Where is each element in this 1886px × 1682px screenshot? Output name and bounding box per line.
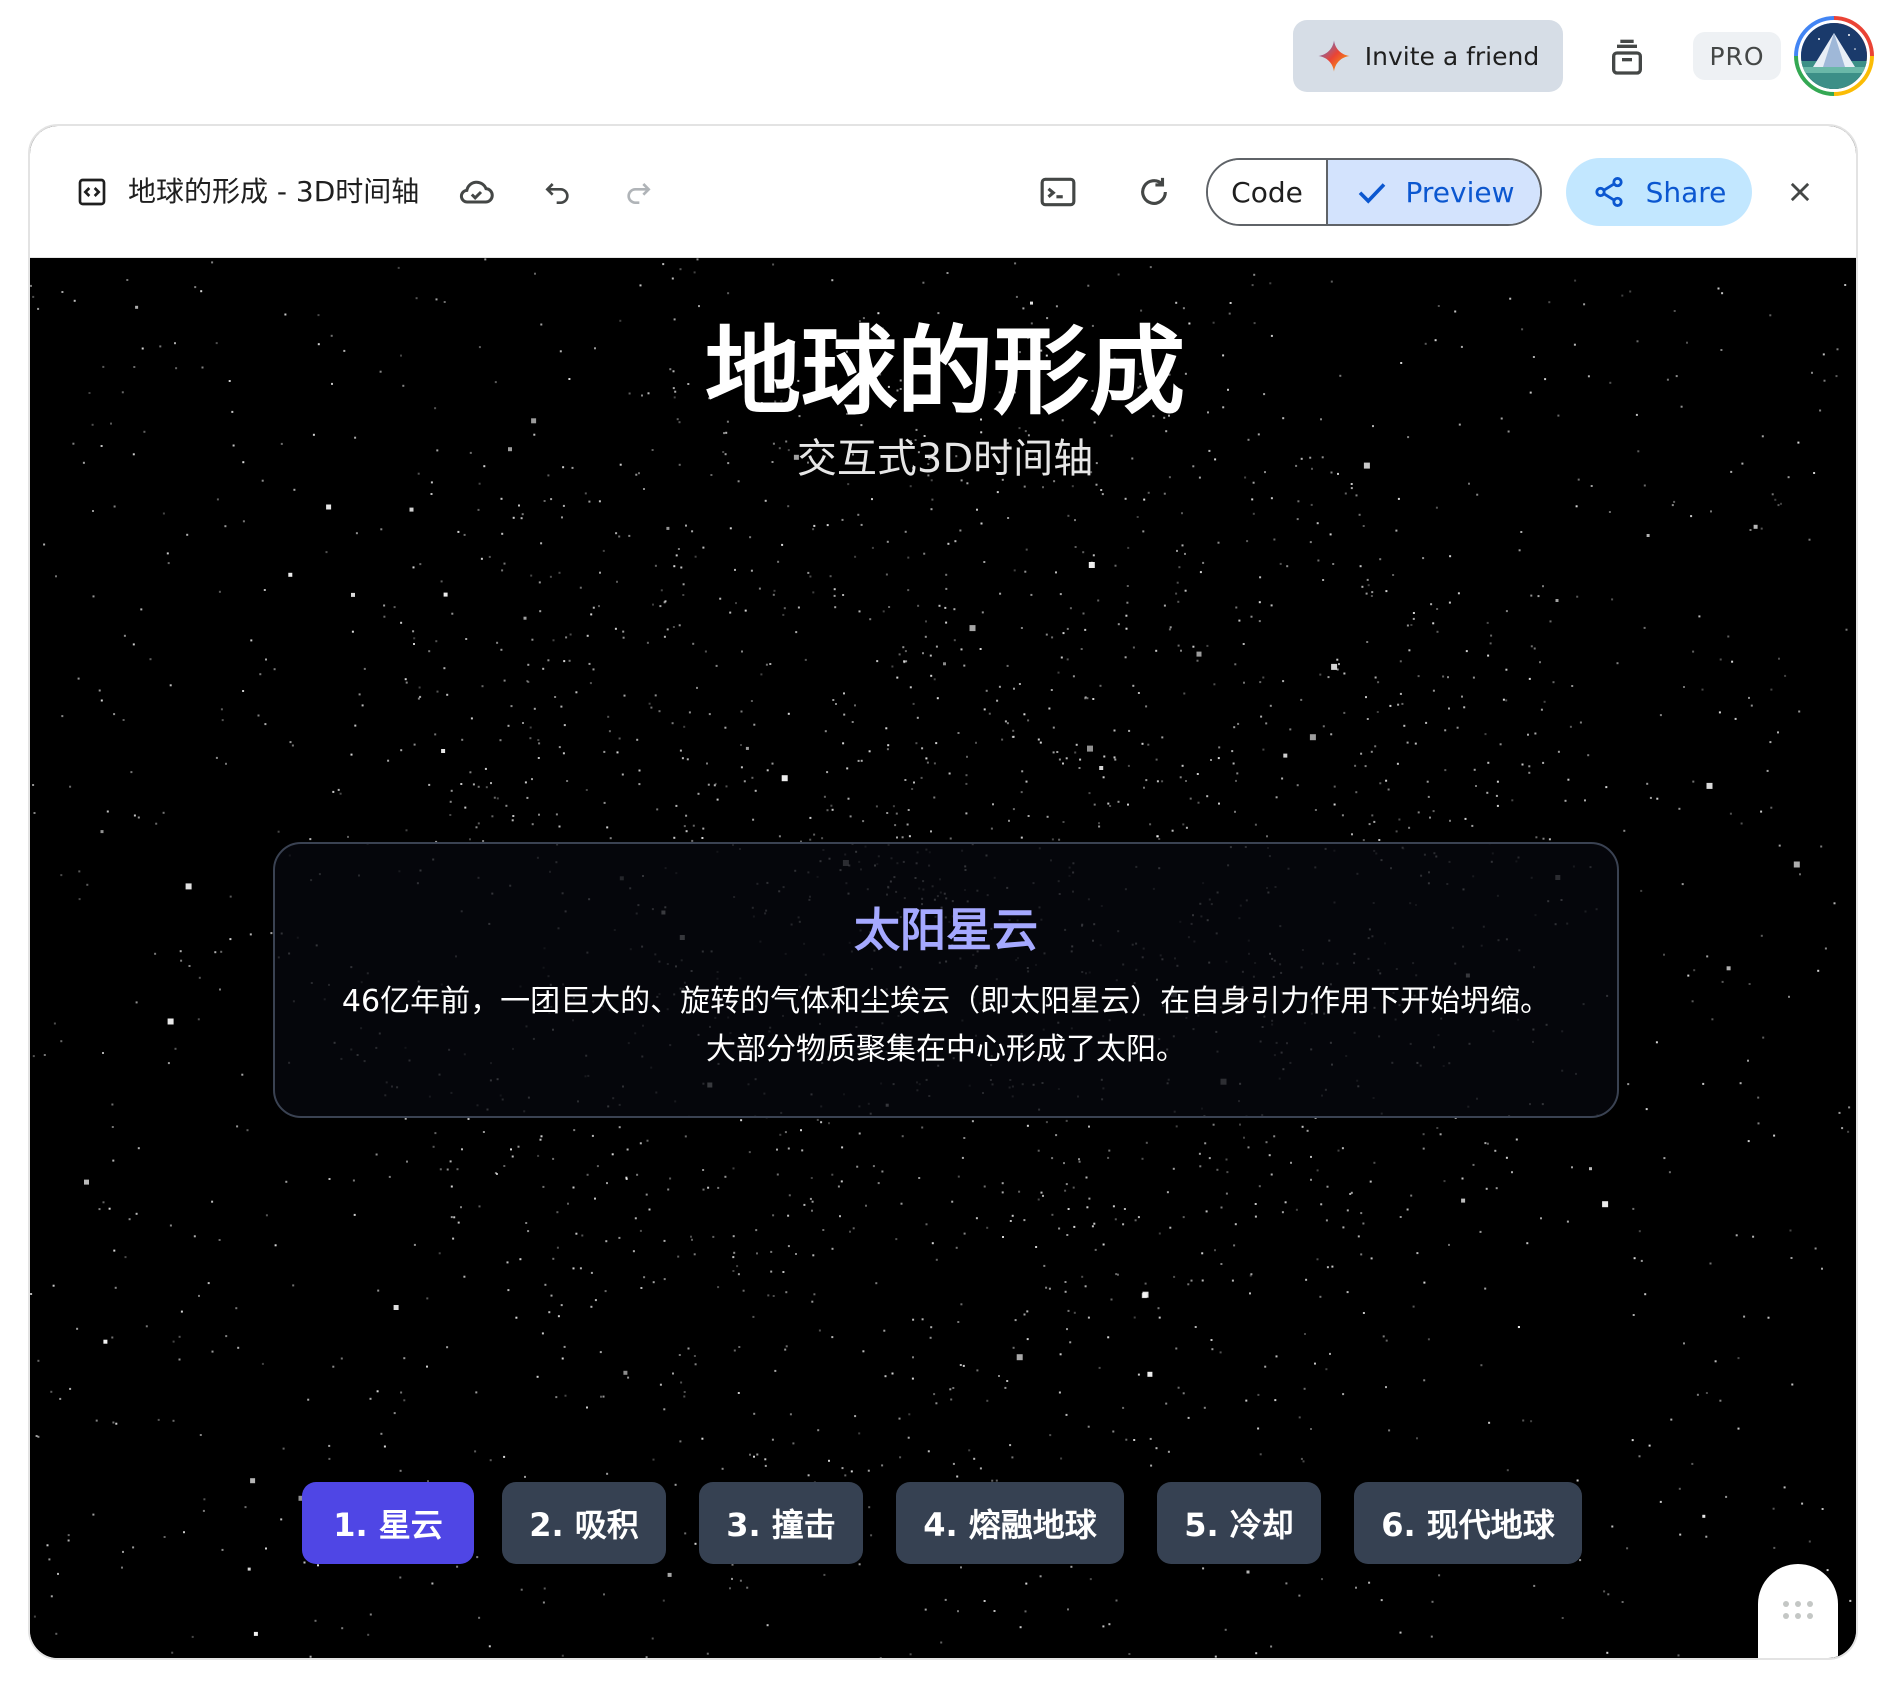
canvas-toolbar: 地球的形成 - 3D时间轴 Code Preview Share bbox=[30, 126, 1856, 258]
code-preview-toggle: Code Preview bbox=[1206, 158, 1542, 226]
avatar-image bbox=[1801, 23, 1867, 89]
cloud-save-button[interactable] bbox=[454, 170, 498, 214]
close-icon bbox=[1790, 182, 1810, 202]
stage-description: 46亿年前，一团巨大的、旋转的气体和尘埃云（即太阳星云）在自身引力作用下开始坍缩… bbox=[341, 984, 1551, 1067]
step-1-nebula[interactable]: 1. 星云 bbox=[302, 1482, 474, 1564]
document-title: 地球的形成 - 3D时间轴 bbox=[128, 175, 420, 208]
undo-button[interactable] bbox=[538, 172, 578, 212]
undo-icon bbox=[545, 183, 569, 204]
preview-tab-label: Preview bbox=[1405, 175, 1515, 209]
invite-friend-label: Invite a friend bbox=[1364, 41, 1540, 71]
avatar[interactable] bbox=[1794, 16, 1874, 96]
redo-button[interactable] bbox=[618, 172, 658, 212]
stack-button[interactable] bbox=[1603, 34, 1651, 82]
code-doc-icon bbox=[78, 178, 106, 206]
preview-area: 地球的形成 交互式3D时间轴 太阳星云 46亿年前，一团巨大的、旋转的气体和尘埃… bbox=[30, 258, 1856, 1658]
terminal-icon bbox=[1040, 177, 1076, 207]
console-button[interactable] bbox=[1036, 170, 1080, 214]
cloud-check-icon bbox=[459, 180, 494, 204]
canvas-window: 地球的形成 - 3D时间轴 Code Preview Share 地球的形成 交… bbox=[28, 124, 1858, 1660]
redo-icon bbox=[627, 183, 651, 204]
stage-info-card: 太阳星云 46亿年前，一团巨大的、旋转的气体和尘埃云（即太阳星云）在自身引力作用… bbox=[273, 842, 1619, 1118]
sparkle-icon bbox=[1318, 40, 1350, 72]
floating-tool-pill bbox=[1758, 1564, 1838, 1658]
stage-title: 太阳星云 bbox=[854, 903, 1038, 957]
page-title: 地球的形成 bbox=[705, 316, 1185, 428]
check-icon bbox=[1358, 183, 1385, 204]
step-6-modern-earth[interactable]: 6. 现代地球 bbox=[1354, 1482, 1582, 1564]
drag-dots-icon bbox=[1783, 1601, 1813, 1619]
step-4-molten-earth[interactable]: 4. 熔融地球 bbox=[896, 1482, 1124, 1564]
code-doc-button[interactable] bbox=[72, 172, 112, 212]
refresh-button[interactable] bbox=[1132, 170, 1176, 214]
stack-icon bbox=[1612, 39, 1642, 75]
close-button[interactable] bbox=[1780, 172, 1820, 212]
step-3-impact[interactable]: 3. 撞击 bbox=[699, 1482, 863, 1564]
step-2-accretion[interactable]: 2. 吸积 bbox=[502, 1482, 666, 1564]
share-label: Share bbox=[1645, 175, 1727, 209]
drag-handle[interactable] bbox=[1780, 1598, 1816, 1626]
app-top-bar: Invite a friend PRO bbox=[0, 0, 1886, 124]
step-5-cooling[interactable]: 5. 冷却 bbox=[1157, 1482, 1321, 1564]
pro-badge: PRO bbox=[1693, 32, 1781, 80]
preview-tab[interactable]: Preview bbox=[1328, 160, 1540, 224]
page-subtitle: 交互式3D时间轴 bbox=[796, 436, 1094, 482]
code-tab[interactable]: Code bbox=[1208, 160, 1328, 224]
refresh-icon bbox=[1141, 177, 1167, 205]
timeline-steps: 1. 星云 2. 吸积 3. 撞击 4. 熔融地球 5. 冷却 6. 现代地球 bbox=[30, 1482, 1856, 1566]
share-icon bbox=[1594, 176, 1623, 208]
invite-friend-button[interactable]: Invite a friend bbox=[1293, 20, 1563, 92]
share-button[interactable]: Share bbox=[1566, 158, 1752, 226]
